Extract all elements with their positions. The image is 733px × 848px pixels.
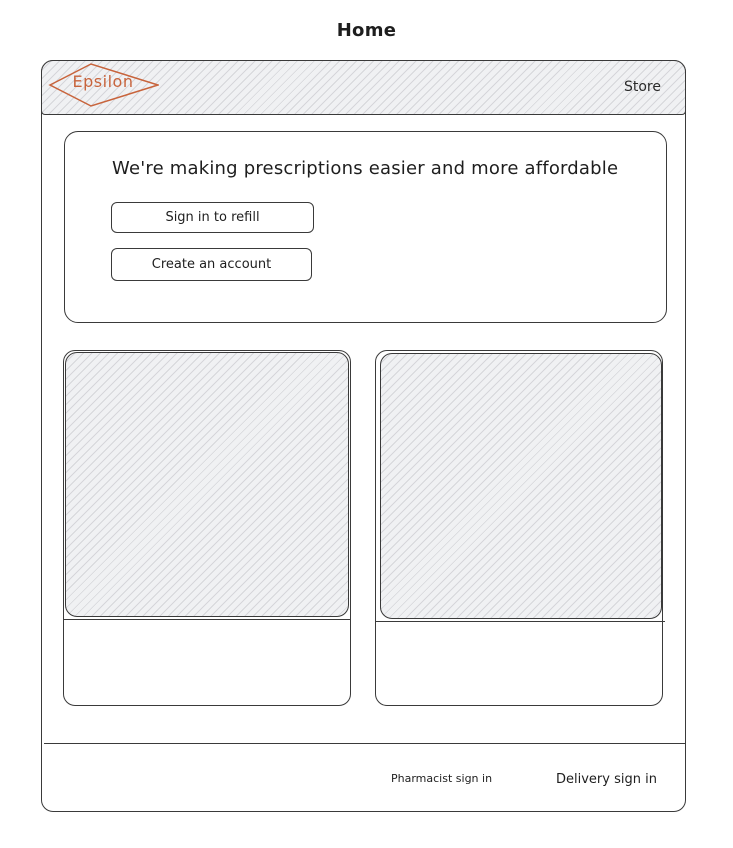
- card-divider: [375, 621, 665, 622]
- delivery-sign-in-link[interactable]: Delivery sign in: [556, 772, 657, 787]
- hero-headline: We're making prescriptions easier and mo…: [112, 158, 619, 179]
- pharmacist-sign-in-link[interactable]: Pharmacist sign in: [391, 772, 492, 785]
- page-title: Home: [336, 20, 397, 41]
- store-link[interactable]: Store: [624, 79, 661, 95]
- logo-text: Epsilon: [72, 72, 134, 91]
- footer-divider: [44, 743, 686, 744]
- image-placeholder: [65, 352, 349, 617]
- card-divider: [63, 619, 351, 620]
- image-placeholder: [380, 353, 662, 619]
- sign-in-to-refill-button[interactable]: Sign in to refill: [111, 202, 314, 233]
- create-account-button[interactable]: Create an account: [111, 248, 312, 281]
